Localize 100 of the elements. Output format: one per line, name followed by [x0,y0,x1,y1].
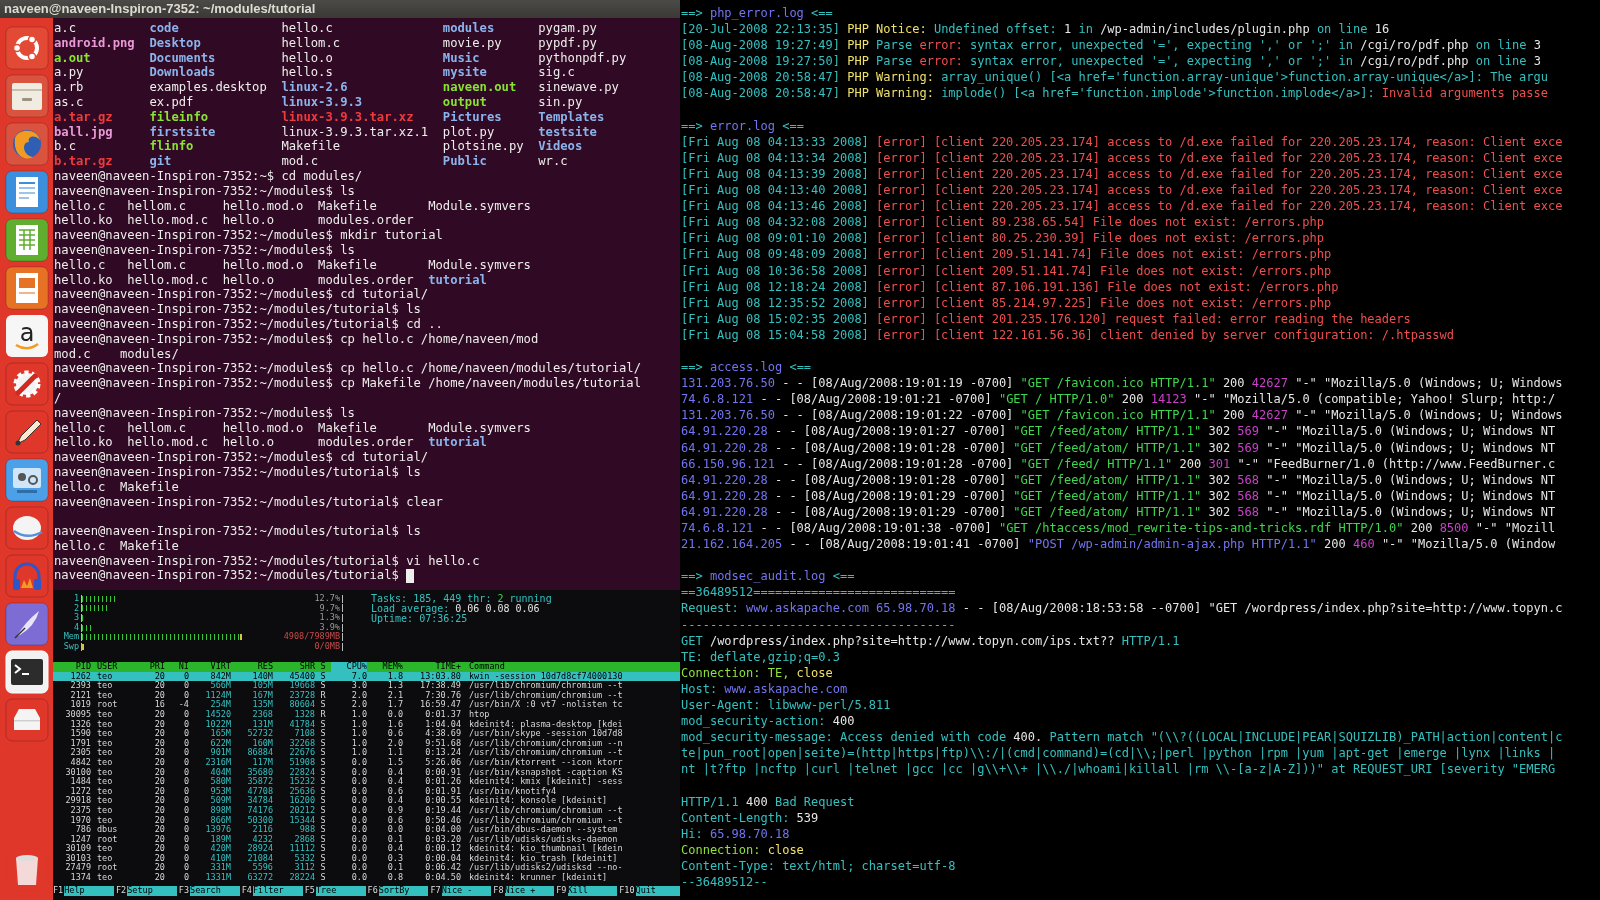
file-name: sig.c [538,65,576,81]
log-line: ==> php_error.log <== [681,6,833,20]
table-cell-text: teo [96,844,114,854]
file-name: hello.c [54,420,107,436]
document-icon[interactable] [4,170,49,214]
drive-icon[interactable] [4,698,49,742]
column-header[interactable]: Command [461,662,680,672]
table-cell-text: 27479 [64,863,91,873]
process-row[interactable]: 2393 teo 20 0 566M 105M 19668 S 3.0 1.3 17:38.49 /usr/lib/chromium/chromium --t [53,681,680,691]
process-row[interactable]: 2305 teo 20 0 901M 86884 22676 S 1.0 1.1 0:13.24 /usr/lib/chromium/chromium --t [53,748,680,758]
column-header[interactable]: TIME+ [403,662,461,672]
system-info-line: Tasks: 185, 449 thr: 2 running [371,594,552,604]
table-cell-text: teo [96,738,114,748]
table-cell-text: 786 [74,825,91,835]
table-cell-text: 4232 [251,834,273,844]
process-row[interactable]: 30109 teo 20 0 420M 28924 11112 S 0.0 0.4 0:00.12 kdeinit4: kio_thumbnail [kdein [53,844,680,854]
table-cell-text: 0 [182,786,189,796]
shopping-letter-icon[interactable]: a [4,314,49,358]
process-row[interactable]: 27479 root 20 0 331M 5596 3112 S 0.0 0.1 0:06.42 /usr/lib/udisks2/udisksd --no- [53,863,680,874]
presentation-icon[interactable] [4,266,49,310]
process-row[interactable]: 1262 teo 20 0 842M 140M 45400 S 7.0 1.8 13:03.80 kwin -session 10d7d8cf74000130 [53,671,680,682]
process-row[interactable]: 1970 teo 20 0 866M 50300 15344 S 0.0 0.6 0:50.46 /usr/lib/chromium/chromium --t [53,815,680,826]
table-cell-text: 0:01.26 [424,777,461,787]
log-line: [Fri Aug 08 15:02:35 2008] [error] [client 201.235.176.120] request failed: error reading the headers [681,311,1411,326]
table-cell-text: 4842 [69,757,91,768]
table-cell-text: S [319,777,327,787]
table-cell-text: /usr/lib/chromium/chromium --t [468,748,624,758]
process-row[interactable]: 1590 teo 20 0 165M 52732 7108 S 1.0 0.6 4:38.69 /usr/bin/skype -session 10d7d8 [53,729,680,739]
file-name: hello.ko [54,272,114,288]
terminal-line: hello.c Makefile [54,479,179,495]
monitor-icon[interactable] [4,458,49,502]
table-cell-text: /usr/lib/chromium/chromium --n [468,738,624,748]
feather-pen-icon[interactable] [4,602,49,646]
table-cell-text: 0:01.91 [424,786,461,796]
file-name: movie.py [442,35,503,51]
terminal-line: naveen@naveen-Inspiron-7352:~/modules/tutorial$ ls [54,464,421,480]
spreadsheet-icon[interactable] [4,218,49,262]
process-row[interactable]: 1326 teo 20 0 1022M 131M 41784 S 1.0 1.6 1:04.04 kdeinit4: plasma-desktop [kdei [53,719,680,730]
table-cell-text: 7:30.76 [424,690,461,700]
process-row[interactable]: 1374 teo 20 0 1331M 63272 28224 S 0.0 0.8 0:04.50 kdeinit4: krunner [kdeinit] [53,873,680,883]
table-cell-text: 11112 [288,844,315,854]
process-row[interactable]: 2121 teo 20 0 1124M 167M 23728 R 2.0 2.1 7:30.76 /usr/lib/chromium/chromium --t [53,690,680,701]
process-row[interactable]: 30095 teo 20 0 14520 2368 1328 R 1.0 0.0 0:01.37 htop [53,709,680,720]
process-row[interactable]: 1247 root 20 0 189M 4232 2868 S 0.0 0.1 0:03.20 /usr/lib/udisks/udisks-daemon [53,834,680,845]
table-cell-text: 20 [153,748,165,758]
terminal-icon[interactable] [4,650,49,694]
column-header[interactable]: USER [91,662,135,672]
file-name: hello.ko [54,435,114,451]
process-row[interactable]: 1272 teo 20 0 953M 47708 25636 S 0.0 0.6 0:01.91 /usr/bin/knotify4 [53,786,680,797]
log-line: 131.203.76.50 - - [08/Aug/2008:19:01:22 -0700] "GET /favicon.ico HTTP/1.1" 200 42627 "-" "Mozilla/5.0 (Windows; U; Windows [681,408,1563,423]
table-cell-text: S [319,853,327,863]
process-row[interactable]: 1484 teo 20 0 580M 35872 15232 S 0.0 0.4 0:01.26 kdeinit4: kmix [kdeinit] -sess [53,777,680,787]
process-row[interactable]: 4842 teo 20 0 2316M 117M 51908 S 0.0 1.5 5:26.06 /usr/bin/ktorrent --icon ktorr [53,757,680,768]
column-header[interactable]: CPU% [331,662,367,672]
process-row[interactable]: 2375 teo 20 0 898M 74176 20212 S 0.0 0.9 0:19.44 /usr/lib/chromium/chromium --t [53,805,680,816]
process-row[interactable]: 786 dbus 20 0 13976 2116 988 S 0.0 0.0 0:04.00 /usr/bin/dbus-daemon --system [53,825,680,835]
process-row[interactable]: 30103 teo 20 0 410M 21084 5332 S 0.0 0.3 0:00.04 kdeinit4: kio_trash [kdeinit] [53,853,680,864]
table-cell-text: 0 [182,844,189,854]
log-line: HTTP/1.1 400 Bad Request [681,794,855,809]
table-cell-text: 0 [182,709,189,720]
table-cell-text: 0:06.42 [424,863,461,873]
table-cell-text: root [96,700,119,710]
table-cell-text: 2375 [69,805,91,816]
table-cell-text: 50300 [246,815,273,825]
log-line: [Fri Aug 08 15:04:58 2008] [error] [client 122.161.56.36] client denied by server configuration: /.htpasswd [681,327,1455,342]
column-header[interactable]: RES [231,662,273,672]
log-line: mod_security-message: Access denied with code 400. Pattern match "(\\?((LOCAL|INCLUDE|PEAR|SQUIZLIB)_PATH|action|content|c [681,730,1563,745]
log-line: Request: www.askapache.com 65.98.70.18 - - [08/Aug/2008:18:53:58 --0700] "GET /wordpress/index.php?site=http://www.topyn.c [681,601,1563,616]
file-cabinet-icon[interactable] [4,74,49,118]
table-cell-text: 0.0 [350,757,367,768]
log-line: 74.6.8.121 - - [08/Aug/2008:19:01:21 -0700] "GET / HTTP/1.0" 200 14123 "-" "Mozilla/5.0 (compatible; Yahoo! Slurp; http:/ [681,392,1556,407]
table-cell-text: 35872 [246,777,273,787]
table-cell-text: 622M [209,738,231,748]
column-header[interactable]: SHR [273,662,315,672]
table-cell-text: 30095 [64,709,91,720]
table-cell-text: 1.0 [350,748,367,758]
process-row[interactable]: 30100 teo 20 0 404M 35680 22824 S 0.0 0.4 0:00.91 /usr/bin/ksnapshot -caption KS [53,767,680,778]
column-header[interactable]: PID [53,662,91,672]
table-cell-text: 0 [182,671,189,681]
file-name: hello.mod.c [127,435,210,451]
column-header[interactable]: VIRT [189,662,231,672]
table-cell-text: 19668 [288,681,315,691]
headphones-icon[interactable] [4,554,49,598]
file-name: wr.c [538,154,569,169]
gear-icon[interactable] [4,362,49,406]
log-line: 64.91.220.28 - - [08/Aug/2008:19:01:27 -0700] "GET /feed/atom/ HTTP/1.1" 302 569 "-" "Mozilla/5.0 (Windows; U; Windows NT [681,424,1556,439]
table-cell-text: 0.0 [350,844,367,854]
column-header[interactable]: NI [165,662,189,672]
ubuntu-logo-icon[interactable] [4,26,49,70]
globe-icon[interactable] [4,122,49,166]
pen-icon[interactable] [4,410,49,454]
process-row[interactable]: 1791 teo 20 0 622M 160M 32268 S 1.0 2.0 9:51.68 /usr/lib/chromium/chromium --n [53,738,680,749]
table-cell-text: 131M [251,719,273,729]
file-name: linux-3.9.3 [281,95,364,110]
column-header[interactable]: MEM% [367,662,403,672]
process-row[interactable]: 29918 teo 20 0 509M 34784 16200 S 0.0 0.4 0:00.55 kdeinit4: konsole [kdeinit] [53,796,680,806]
column-header[interactable]: PRI [135,662,165,672]
column-header[interactable]: S [315,662,331,672]
table-cell-text: 47708 [246,786,273,796]
process-row[interactable]: 1019 root 16 -4 254M 135M 80604 S 2.0 1.7 16:59.47 /usr/bin/X :0 vt7 -nolisten tc [53,700,680,710]
